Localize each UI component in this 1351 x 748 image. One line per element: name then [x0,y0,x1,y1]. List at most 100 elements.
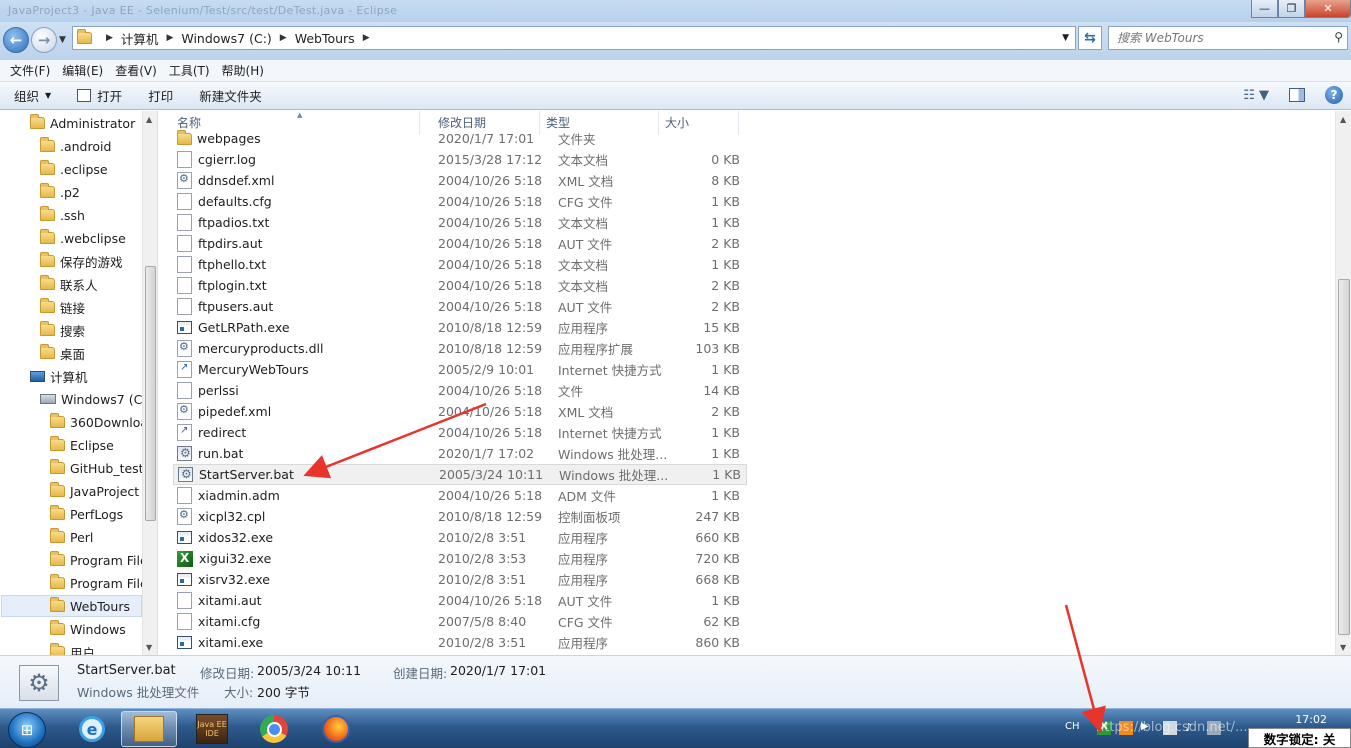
file-row[interactable]: xicpl32.cpl2010/8/18 12:59 控制面板项 247 KB [173,506,747,527]
address-dropdown-icon[interactable]: ▼ [1062,33,1069,43]
file-row[interactable]: xitami.exe 2010/2/8 3:51 应用程序 860 KB [173,632,747,653]
file-row[interactable]: xisrv32.exe 2010/2/8 3:51 应用程序 668 KB [173,569,747,590]
search-input[interactable] [1109,27,1319,49]
file-row[interactable]: ddnsdef.xml2004/10/26 5:18 XML 文档 8 KB [173,170,747,191]
tree-item-contacts[interactable]: 联系人 [40,273,98,295]
breadcrumb-chevron-icon[interactable]: ▶ [106,33,113,43]
scroll-thumb[interactable] [1338,279,1350,635]
tree-item-links[interactable]: 链接 [40,296,85,318]
menu-view[interactable]: 查看(V) [109,62,163,79]
minimize-button[interactable]: — [1251,0,1278,18]
file-row[interactable]: perlssi 2004/10/26 5:18 文件 14 KB [173,380,747,401]
file-row[interactable]: xiadmin.adm 2004/10/26 5:18 ADM 文件 1 KB [173,485,747,506]
forward-button[interactable]: → [31,27,57,53]
file-row[interactable]: GetLRPath.exe 2010/8/18 12:59 应用程序 15 KB [173,317,747,338]
taskbar-java-ee-ide[interactable]: Java EE IDE [184,711,240,747]
file-row[interactable]: xitami.aut 2004/10/26 5:18 AUT 文件 1 KB [173,590,747,611]
start-button[interactable]: ⊞ [8,712,46,748]
file-name-cell: perlssi [173,382,438,399]
file-row[interactable]: xitami.cfg 2007/5/8 8:40 CFG 文件 62 KB [173,611,747,632]
tree-item-windows[interactable]: Windows [50,618,126,640]
language-indicator[interactable]: CH [1065,721,1080,732]
recent-pages-dropdown[interactable]: ▼ [59,35,66,45]
new-folder-button[interactable]: 新建文件夹 [199,86,262,105]
tree-item-users[interactable]: 用户 [50,641,95,655]
file-row[interactable]: ftpusers.aut 2004/10/26 5:18 AUT 文件 2 KB [173,296,747,317]
scroll-down-icon[interactable]: ▼ [146,643,152,652]
file-row[interactable]: redirect2004/10/26 5:18 Internet 快捷方式 1 KB [173,422,747,443]
file-row[interactable]: mercuryproducts.dll2010/8/18 12:59 应用程序扩展… [173,338,747,359]
file-row[interactable]: ftplogin.txt 2004/10/26 5:18 文本文档 2 KB [173,275,747,296]
taskbar-chrome[interactable] [246,711,302,747]
file-row[interactable]: ftpadios.txt 2004/10/26 5:18 文本文档 1 KB [173,212,747,233]
tree-item-android[interactable]: .android [40,135,111,157]
tree-item-javaproject[interactable]: JavaProject [50,480,139,502]
print-button[interactable]: 打印 [148,86,173,105]
tree-item-program-files[interactable]: Program Files [50,549,154,571]
menu-tools[interactable]: 工具(T) [163,62,216,79]
tree-item-saved-games[interactable]: 保存的游戏 [40,250,123,272]
tree-item-eclipse[interactable]: .eclipse [40,158,108,180]
breadcrumb-item-drive[interactable]: Windows7 (C:) ▶ [181,31,294,46]
chevron-down-icon: ▼ [45,91,52,100]
help-icon[interactable]: ? [1325,86,1343,104]
preview-pane-icon[interactable] [1289,88,1305,102]
search-icon[interactable]: ⚲ [1334,30,1343,44]
tree-item-administrator[interactable]: Administrator [30,112,135,134]
taskbar-ie[interactable]: e [64,711,120,747]
file-row[interactable]: MercuryWebTours2005/2/9 10:01 Internet 快捷… [173,359,747,380]
document-icon [177,298,192,315]
navigation-scrollbar[interactable]: ▲ ▼ [142,111,157,655]
menu-file[interactable]: 文件(F) [4,62,56,79]
file-type-cell: 控制面板项 [558,510,621,525]
file-row[interactable]: cgierr.log 2015/3/28 17:12 文本文档 0 KB [173,149,747,170]
file-row[interactable]: defaults.cfg 2004/10/26 5:18 CFG 文件 1 KB [173,191,747,212]
breadcrumb-item-computer[interactable]: 计算机 ▶ [121,29,181,48]
scroll-up-icon[interactable]: ▲ [1340,115,1346,124]
file-row-selected[interactable]: StartServer.bat2005/3/24 10:11 Windows 批处… [173,464,747,485]
tree-item-drive-c[interactable]: Windows7 (C:) [40,388,151,410]
close-button[interactable]: ✕ [1305,0,1351,18]
back-button[interactable]: ← [3,27,29,53]
document-icon [177,256,192,273]
taskbar-explorer[interactable] [121,711,177,747]
change-view-icon[interactable]: ☷ ▼ [1243,88,1269,103]
organize-button[interactable]: 组织 ▼ [14,86,51,105]
file-row[interactable]: xigui32.exe2010/2/8 3:53 应用程序 720 KB [173,548,747,569]
breadcrumb-chevron-icon[interactable]: ▶ [280,33,287,43]
file-row[interactable]: pipedef.xml2004/10/26 5:18 XML 文档 2 KB [173,401,747,422]
file-row[interactable]: ftpdirs.aut 2004/10/26 5:18 AUT 文件 2 KB [173,233,747,254]
menu-help[interactable]: 帮助(H) [216,62,270,79]
tree-item-perflogs[interactable]: PerfLogs [50,503,123,525]
maximize-button[interactable]: ❐ [1278,0,1305,18]
scroll-thumb[interactable] [145,266,156,521]
tree-item-p2[interactable]: .p2 [40,181,80,203]
menu-edit[interactable]: 编辑(E) [56,62,109,79]
open-button[interactable]: 打开 [77,86,122,105]
tree-item-webtours[interactable]: WebTours [1,595,142,617]
tree-item-ssh[interactable]: .ssh [40,204,85,226]
folder-icon [50,597,65,612]
tree-item-desktop[interactable]: 桌面 [40,342,85,364]
tree-item-perl[interactable]: Perl [50,526,93,548]
breadcrumb-item-webtours[interactable]: WebTours ▶ [295,31,378,46]
tree-item-github-test[interactable]: GitHub_test [50,457,144,479]
scroll-down-icon[interactable]: ▼ [1340,643,1346,652]
tree-item-eclipse-dir[interactable]: Eclipse [50,434,114,456]
tree-item-searches[interactable]: 搜索 [40,319,85,341]
address-bar[interactable]: ▶ 计算机 ▶ Windows7 (C:) ▶ WebTours ▶ ▼ [72,26,1076,50]
refresh-button[interactable]: ⇆ [1078,26,1102,50]
file-row[interactable]: ftphello.txt 2004/10/26 5:18 文本文档 1 KB [173,254,747,275]
file-row[interactable]: run.bat2020/1/7 17:02 Windows 批处理... 1 KB [173,443,747,464]
file-row[interactable]: xidos32.exe 2010/2/8 3:51 应用程序 660 KB [173,527,747,548]
clock[interactable]: 17:02 [1295,713,1327,726]
file-list-scrollbar[interactable]: ▲ ▼ [1335,111,1351,655]
scroll-up-icon[interactable]: ▲ [146,115,152,124]
tree-item-computer[interactable]: 计算机 [30,365,88,387]
search-box[interactable]: ⚲ [1108,26,1348,50]
file-row[interactable]: webpages 2020/1/7 17:01 文件夹 [173,128,747,149]
breadcrumb-chevron-icon[interactable]: ▶ [166,33,173,43]
breadcrumb-chevron-icon[interactable]: ▶ [363,33,370,43]
tree-item-webclipse[interactable]: .webclipse [40,227,126,249]
taskbar-firefox[interactable] [308,711,364,747]
